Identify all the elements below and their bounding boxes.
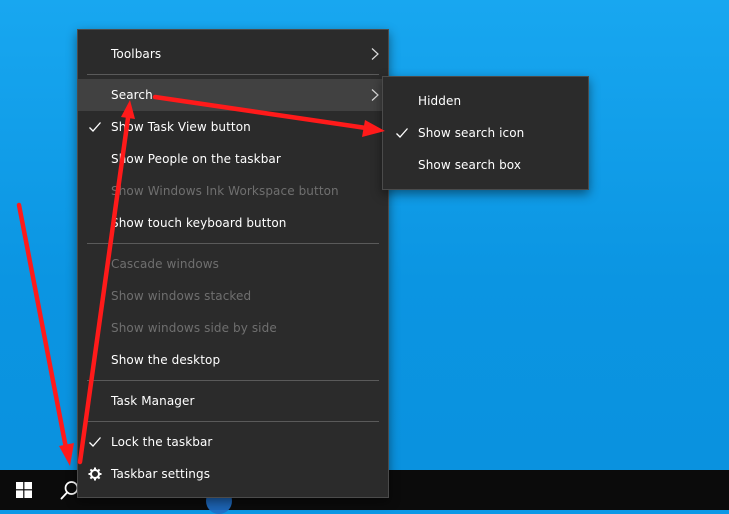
- menu-item-label: Show windows side by side: [111, 321, 277, 335]
- checkmark-icon: [396, 128, 408, 138]
- checkmark-icon: [89, 437, 101, 447]
- submenu-item-hidden[interactable]: Hidden: [383, 85, 588, 117]
- menu-separator: [87, 380, 379, 381]
- gear-icon: [88, 467, 102, 481]
- menu-item-toolbars[interactable]: Toolbars: [78, 38, 388, 70]
- menu-item-label: Show Windows Ink Workspace button: [111, 184, 339, 198]
- menu-item-label: Toolbars: [111, 47, 162, 61]
- menu-item-label: Task Manager: [111, 394, 195, 408]
- submenu-item-show-search-icon[interactable]: Show search icon: [383, 117, 588, 149]
- menu-item-label: Show windows stacked: [111, 289, 252, 303]
- menu-separator: [87, 421, 379, 422]
- menu-item-label: Show touch keyboard button: [111, 216, 287, 230]
- menu-item-show-touch-keyboard[interactable]: Show touch keyboard button: [78, 207, 388, 239]
- menu-item-lock-taskbar[interactable]: Lock the taskbar: [78, 426, 388, 458]
- menu-item-label: Show Task View button: [111, 120, 251, 134]
- submenu-item-label: Show search box: [418, 158, 522, 172]
- menu-item-cascade-windows: Cascade windows: [78, 248, 388, 280]
- menu-item-label: Taskbar settings: [111, 467, 211, 481]
- menu-item-taskbar-settings[interactable]: Taskbar settings: [78, 458, 388, 490]
- menu-item-show-people[interactable]: Show People on the taskbar: [78, 143, 388, 175]
- menu-separator: [87, 74, 379, 75]
- menu-separator: [87, 243, 379, 244]
- chevron-right-icon: [371, 48, 379, 60]
- start-button[interactable]: [0, 470, 48, 510]
- submenu-item-label: Hidden: [418, 94, 462, 108]
- menu-item-label: Lock the taskbar: [111, 435, 213, 449]
- menu-item-windows-stacked: Show windows stacked: [78, 280, 388, 312]
- menu-item-task-manager[interactable]: Task Manager: [78, 385, 388, 417]
- chevron-right-icon: [371, 89, 379, 101]
- menu-item-search[interactable]: Search: [78, 79, 388, 111]
- menu-item-windows-side-by-side: Show windows side by side: [78, 312, 388, 344]
- menu-item-label: Cascade windows: [111, 257, 220, 271]
- submenu-item-label: Show search icon: [418, 126, 525, 140]
- search-submenu: Hidden Show search icon Show search box: [382, 76, 589, 190]
- checkmark-icon: [89, 122, 101, 132]
- menu-item-label: Search: [111, 88, 153, 102]
- menu-item-show-ink-workspace: Show Windows Ink Workspace button: [78, 175, 388, 207]
- submenu-item-show-search-box[interactable]: Show search box: [383, 149, 588, 181]
- menu-item-label: Show the desktop: [111, 353, 221, 367]
- menu-item-show-task-view[interactable]: Show Task View button: [78, 111, 388, 143]
- menu-item-label: Show People on the taskbar: [111, 152, 281, 166]
- windows-start-icon: [16, 482, 32, 498]
- menu-item-show-desktop[interactable]: Show the desktop: [78, 344, 388, 376]
- taskbar-context-menu: Toolbars Search Show Task View button Sh…: [77, 29, 389, 498]
